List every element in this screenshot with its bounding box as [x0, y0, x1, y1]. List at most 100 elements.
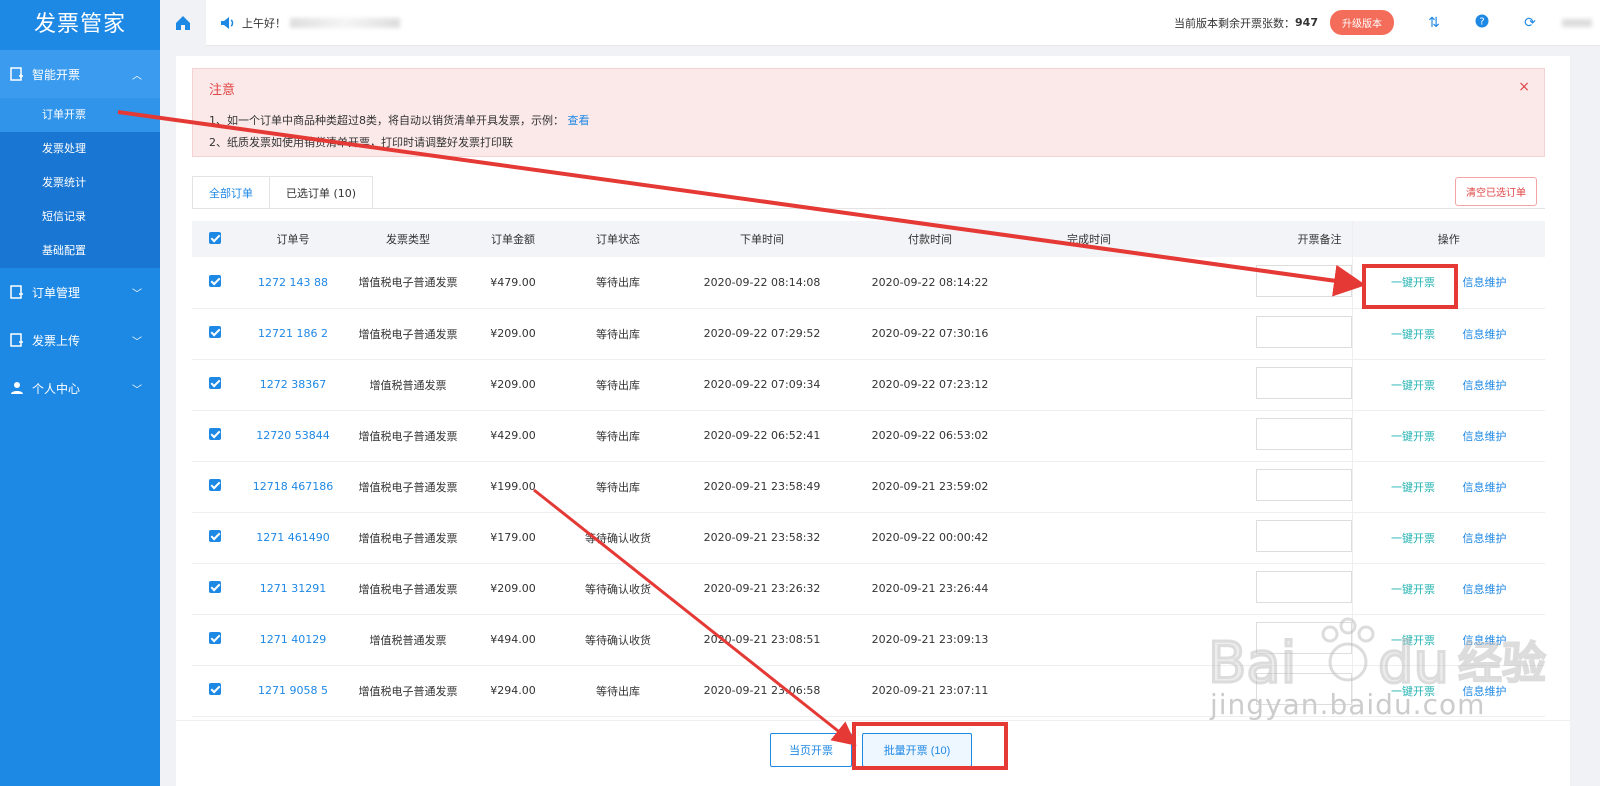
sidebar-item-invoice-processing[interactable]: 发票处理 — [0, 132, 160, 166]
row-checkbox[interactable] — [192, 563, 238, 615]
order-number-link[interactable]: 1271 31291 — [238, 563, 348, 615]
app-title: 发票管家 — [0, 0, 160, 50]
menu-group-smart-invoice[interactable]: 智能开票 ︿ — [0, 50, 160, 98]
view-example-link[interactable]: 查看 — [568, 114, 590, 127]
one-click-invoice-link[interactable]: 一键开票 — [1391, 532, 1435, 545]
remark-cell — [1164, 359, 1352, 411]
switch-icon[interactable]: ⇅ — [1426, 15, 1442, 31]
table-row: 12720 53844 增值税电子普通发票 ¥429.00 等待出库 2020-… — [192, 410, 1545, 462]
order-number-link[interactable]: 12720 53844 — [238, 410, 348, 462]
order-status: 等待出库 — [558, 308, 678, 360]
one-click-invoice-link[interactable]: 一键开票 — [1391, 328, 1435, 341]
row-checkbox[interactable] — [192, 359, 238, 411]
order-status: 等待确认收货 — [558, 512, 678, 564]
one-click-invoice-link[interactable]: 一键开票 — [1391, 379, 1435, 392]
order-number-link[interactable]: 1272 143 88 — [238, 257, 348, 309]
tab-all-orders[interactable]: 全部订单 — [192, 176, 269, 209]
one-click-invoice-link[interactable]: 一键开票 — [1391, 430, 1435, 443]
info-maintain-link[interactable]: 信息维护 — [1463, 328, 1507, 341]
row-checkbox[interactable] — [192, 665, 238, 717]
one-click-invoice-link[interactable]: 一键开票 — [1391, 481, 1435, 494]
sidebar-item-order-invoice[interactable]: 订单开票 — [0, 98, 160, 132]
info-maintain-link[interactable]: 信息维护 — [1463, 430, 1507, 443]
chevron-down-icon: ﹀ — [132, 384, 142, 396]
info-maintain-link[interactable]: 信息维护 — [1463, 532, 1507, 545]
order-status: 等待出库 — [558, 410, 678, 462]
close-icon[interactable]: × — [1518, 79, 1530, 95]
pay-time: 2020-09-21 23:07:11 — [846, 665, 1014, 717]
order-number-link[interactable]: 12721 186 2 — [238, 308, 348, 360]
info-maintain-link[interactable]: 信息维护 — [1463, 276, 1507, 289]
remark-input[interactable] — [1255, 367, 1352, 399]
current-page-invoice-button[interactable]: 当页开票 — [770, 733, 852, 767]
one-click-invoice-link[interactable]: 一键开票 — [1391, 583, 1435, 596]
remaining-count: 947 — [1295, 16, 1318, 29]
invoice-type: 增值税电子普通发票 — [348, 461, 468, 513]
remark-input[interactable] — [1255, 469, 1352, 501]
remark-input[interactable] — [1255, 571, 1352, 603]
row-checkbox[interactable] — [192, 614, 238, 666]
order-amount: ¥209.00 — [468, 308, 558, 360]
svg-text:经验: 经验 — [1458, 638, 1546, 689]
pay-time: 2020-09-21 23:26:44 — [846, 563, 1014, 615]
redacted-username — [290, 17, 400, 28]
baidu-watermark-logo: Bai du 经验 — [1207, 617, 1548, 698]
header-complete-time: 完成时间 — [1014, 221, 1164, 257]
remark-input[interactable] — [1255, 418, 1352, 450]
info-maintain-link[interactable]: 信息维护 — [1463, 481, 1507, 494]
home-button[interactable] — [160, 0, 206, 46]
pay-time: 2020-09-22 06:53:02 — [846, 410, 1014, 462]
order-number-link[interactable]: 1271 461490 — [238, 512, 348, 564]
tab-selected-orders[interactable]: 已选订单 (10) — [269, 176, 374, 209]
menu-group-invoice-upload[interactable]: 发票上传 ﹀ — [0, 316, 160, 364]
menu-group-label: 订单管理 — [32, 285, 81, 300]
order-number-link[interactable]: 12718 467186 — [238, 461, 348, 513]
complete-time — [1014, 665, 1164, 717]
order-status: 等待出库 — [558, 665, 678, 717]
upload-icon — [10, 333, 23, 347]
sidebar-item-sms-records[interactable]: 短信记录 — [0, 200, 160, 234]
header-amount: 订单金额 — [468, 221, 558, 257]
complete-time — [1014, 410, 1164, 462]
remark-input[interactable] — [1255, 520, 1352, 552]
upgrade-button[interactable]: 升级版本 — [1330, 10, 1394, 35]
info-maintain-link[interactable]: 信息维护 — [1463, 583, 1507, 596]
clear-selected-button[interactable]: 清空已选订单 — [1455, 177, 1537, 206]
order-amount: ¥494.00 — [468, 614, 558, 666]
pay-time: 2020-09-21 23:59:02 — [846, 461, 1014, 513]
header-actions: 操作 — [1351, 221, 1545, 257]
order-time: 2020-09-22 07:09:34 — [678, 359, 846, 411]
row-checkbox[interactable] — [192, 257, 238, 309]
menu-group-order-management[interactable]: 订单管理 ﹀ — [0, 268, 160, 316]
menu-group-personal-center[interactable]: 个人中心 ﹀ — [0, 364, 160, 412]
select-all-checkbox[interactable] — [192, 221, 238, 257]
user-avatar[interactable] — [1562, 18, 1592, 27]
table-row: 1271 461490 增值税电子普通发票 ¥179.00 等待确认收货 202… — [192, 512, 1545, 564]
remark-input[interactable] — [1255, 316, 1352, 348]
pay-time: 2020-09-22 00:00:42 — [846, 512, 1014, 564]
sidebar-item-basic-config[interactable]: 基础配置 — [0, 234, 160, 268]
order-number-link[interactable]: 1271 40129 — [238, 614, 348, 666]
order-amount: ¥199.00 — [468, 461, 558, 513]
row-checkbox[interactable] — [192, 410, 238, 462]
remark-input[interactable] — [1255, 264, 1352, 297]
order-time: 2020-09-21 23:06:58 — [678, 665, 846, 717]
row-checkbox[interactable] — [192, 461, 238, 513]
remark-cell — [1164, 257, 1352, 309]
order-number-link[interactable]: 1272 38367 — [238, 359, 348, 411]
tab-bar: 全部订单 已选订单 (10) — [192, 176, 374, 209]
row-checkbox[interactable] — [192, 512, 238, 564]
refresh-icon[interactable]: ⟳ — [1522, 15, 1538, 31]
row-checkbox[interactable] — [192, 308, 238, 360]
greeting: 上午好！ — [220, 15, 400, 31]
order-number-link[interactable]: 1271 9058 5 — [238, 665, 348, 717]
table-row: 12721 186 2 增值税电子普通发票 ¥209.00 等待出库 2020-… — [192, 308, 1545, 360]
order-time: 2020-09-21 23:08:51 — [678, 614, 846, 666]
sidebar-item-invoice-stats[interactable]: 发票统计 — [0, 166, 160, 200]
order-time: 2020-09-22 07:29:52 — [678, 308, 846, 360]
menu-group-label: 个人中心 — [32, 381, 81, 396]
chevron-down-icon: ﹀ — [132, 288, 142, 300]
help-icon[interactable]: ? — [1474, 14, 1490, 32]
header-invoice-type: 发票类型 — [348, 221, 468, 257]
info-maintain-link[interactable]: 信息维护 — [1463, 379, 1507, 392]
